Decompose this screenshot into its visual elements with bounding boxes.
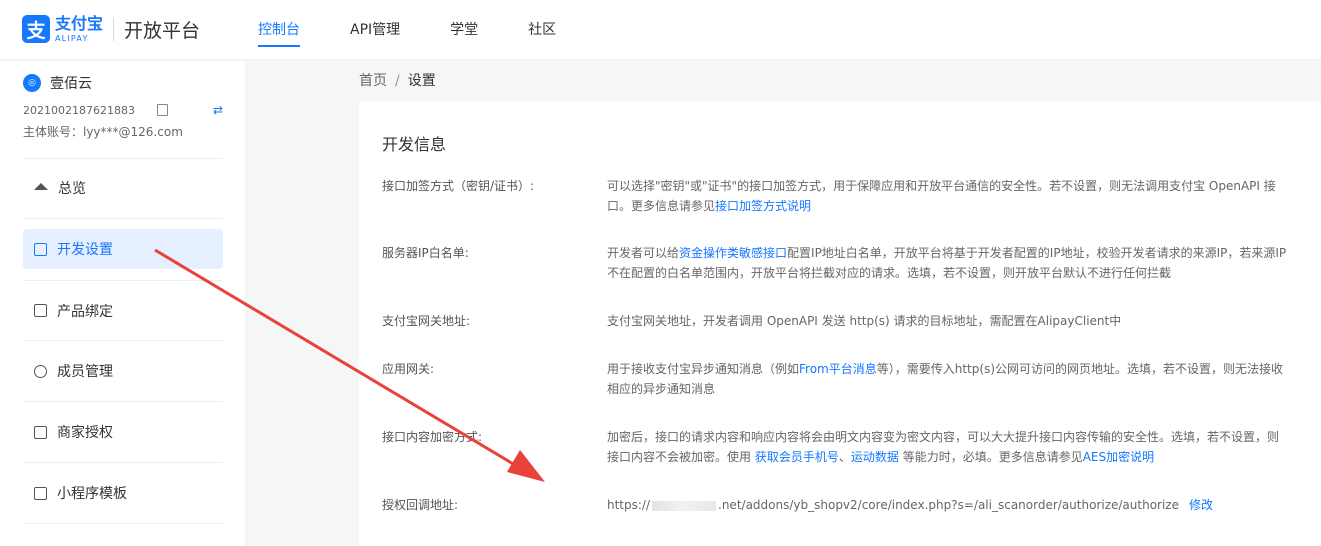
logo-divider <box>113 17 115 41</box>
platform-name: 开放平台 <box>124 19 201 42</box>
home-icon <box>34 182 48 190</box>
row-text: 、 <box>838 450 851 464</box>
row-value: 用于接收支付宝异步通知消息（例如From平台消息等），需要传入http(s)公网… <box>607 359 1287 399</box>
nav-tab-community[interactable]: 社区 <box>528 0 556 60</box>
callback-url-suffix: .net/addons/yb_shopv2/core/index.php?s=/… <box>718 498 1179 512</box>
breadcrumb: 首页 / 设置 <box>359 70 436 90</box>
settings-doc-icon <box>34 242 47 256</box>
switch-app-icon[interactable]: ⇄ <box>213 103 223 117</box>
row-text: 用于接收支付宝异步通知消息（例如 <box>607 362 800 376</box>
product-icon <box>34 304 47 317</box>
sidebar-menu: 总览 开发设置 产品绑定 成员管理 商家授权 小程序模板 <box>23 158 223 524</box>
row-value: 加密后，接口的请求内容和响应内容将会由明文内容变为密文内容，可以大大提升接口内容… <box>607 427 1287 467</box>
sensitive-api-link[interactable]: 资金操作类敏感接口 <box>679 246 787 260</box>
breadcrumb-current: 设置 <box>407 73 436 89</box>
member-phone-link[interactable]: 获取会员手机号 <box>755 450 839 464</box>
edit-callback-button[interactable]: 修改 <box>1189 498 1213 512</box>
row-value: 开发者可以给资金操作类敏感接口配置IP地址白名单，开放平台将基于开发者配置的IP… <box>607 243 1287 283</box>
row-value: 可以选择"密钥"或"证书"的接口加签方式，用于保障应用和开放平台通信的安全性。若… <box>607 176 1287 216</box>
app-name: 壹佰云 <box>50 76 92 92</box>
app-avatar-icon: ◎ <box>23 74 41 92</box>
panel-title: 开发信息 <box>382 135 447 154</box>
logo-text: 支付宝 ALIPAY <box>55 13 104 43</box>
copy-icon[interactable] <box>156 104 168 116</box>
row-label: 服务器IP白名单: <box>382 246 469 260</box>
logo-name-en: ALIPAY <box>55 33 89 43</box>
row-text: 等能力时，必填。更多信息请参见 <box>898 450 1083 464</box>
account-info: ◎ 壹佰云 2021002187621883 ⇄ 主体账号：lyy***@126… <box>23 73 223 140</box>
signing-method-doc-link[interactable]: 接口加签方式说明 <box>715 199 811 213</box>
row-label: 应用网关: <box>382 362 435 376</box>
platform-message-link[interactable]: From平台消息 <box>799 362 877 376</box>
callback-url-prefix: https:// <box>607 498 651 512</box>
breadcrumb-separator: / <box>395 73 400 89</box>
nav-tab-api[interactable]: API管理 <box>350 0 400 60</box>
top-nav: 控制台 API管理 学堂 社区 <box>258 0 606 60</box>
row-label: 授权回调地址: <box>382 498 459 512</box>
breadcrumb-home[interactable]: 首页 <box>359 73 387 89</box>
sidebar-item-members[interactable]: 成员管理 <box>23 341 223 402</box>
sidebar-item-label: 开发设置 <box>57 242 113 258</box>
row-value: https:// .net/addons/yb_shopv2/core/index… <box>607 495 1287 515</box>
dev-info-panel: 开发信息 接口加签方式（密钥/证书）: 可以选择"密钥"或"证书"的接口加签方式… <box>359 101 1321 546</box>
top-bar: 支 支付宝 ALIPAY 开放平台 控制台 API管理 学堂 社区 <box>0 0 1321 60</box>
nav-tab-console[interactable]: 控制台 <box>258 0 300 60</box>
row-text: 开发者可以给 <box>607 246 680 260</box>
alipay-logo-icon: 支 <box>22 15 50 43</box>
alipay-logo[interactable]: 支 支付宝 ALIPAY 开放平台 <box>22 15 200 43</box>
sidebar-item-label: 小程序模板 <box>57 486 127 502</box>
sidebar-item-overview[interactable]: 总览 <box>23 158 223 219</box>
row-label: 接口加签方式（密钥/证书）: <box>382 179 535 193</box>
row-label: 支付宝网关地址: <box>382 314 471 328</box>
row-text: 可以选择"密钥"或"证书"的接口加签方式，用于保障应用和开放平台通信的安全性。若… <box>607 179 1276 213</box>
row-value: 支付宝网关地址，开发者调用 OpenAPI 发送 http(s) 请求的目标地址… <box>607 314 1122 328</box>
app-id-row: 2021002187621883 ⇄ <box>23 103 223 117</box>
aes-doc-link[interactable]: AES加密说明 <box>1083 450 1154 464</box>
sidebar: ◎ 壹佰云 2021002187621883 ⇄ 主体账号：lyy***@126… <box>0 61 245 546</box>
merchant-icon <box>34 425 47 439</box>
sports-data-link[interactable]: 运动数据 <box>851 450 899 464</box>
template-icon <box>34 486 47 500</box>
sidebar-item-label: 总览 <box>58 181 86 197</box>
row-label: 接口内容加密方式: <box>382 430 483 444</box>
sidebar-item-miniapp-template[interactable]: 小程序模板 <box>23 463 223 524</box>
sidebar-item-merchant-auth[interactable]: 商家授权 <box>23 402 223 463</box>
main-account: 主体账号：lyy***@126.com <box>23 125 183 139</box>
sidebar-item-dev-settings[interactable]: 开发设置 <box>23 229 223 269</box>
members-icon <box>34 364 47 378</box>
sidebar-item-label: 成员管理 <box>57 364 113 380</box>
sidebar-item-product-binding[interactable]: 产品绑定 <box>23 280 223 341</box>
nav-tab-academy[interactable]: 学堂 <box>450 0 478 60</box>
redacted-domain <box>652 500 717 511</box>
logo-name-cn: 支付宝 <box>55 13 104 33</box>
sidebar-item-label: 商家授权 <box>57 425 113 441</box>
sidebar-item-label: 产品绑定 <box>57 303 113 320</box>
app-id: 2021002187621883 <box>23 103 135 117</box>
